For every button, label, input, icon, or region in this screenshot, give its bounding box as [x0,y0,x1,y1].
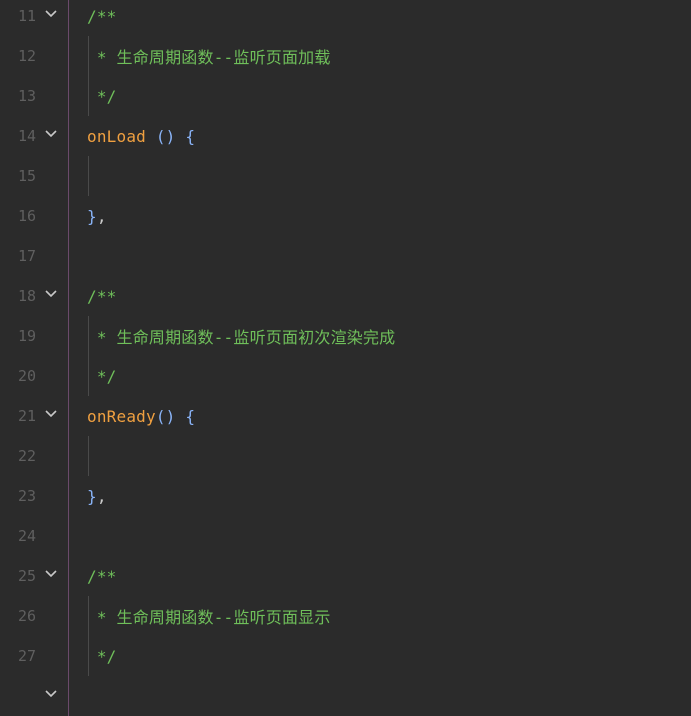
code-line[interactable]: 11 /** [0,0,691,36]
code-token: * 生命周期函数--监听页面加载 [87,48,331,67]
fold-chevron-down-icon[interactable] [44,569,58,579]
code-text[interactable]: /** [87,7,117,26]
code-line[interactable]: 21 onReady() { [0,396,691,436]
code-token: () [155,406,186,426]
line-number: 15 [17,167,36,185]
line-number: 24 [17,527,36,545]
code-line[interactable]: 13 */ [0,76,691,116]
code-text[interactable]: onLoad () { [87,127,195,146]
code-token: , [96,486,107,506]
line-number: 27 [17,647,36,665]
line-number: 14 [17,127,36,145]
line-number: 23 [17,487,36,505]
line-number: 13 [17,87,36,105]
code-token: } [87,486,97,506]
code-token: /** [87,566,117,586]
code-token: { [185,126,196,146]
code-token: * 生命周期函数--监听页面显示 [87,608,331,627]
code-line[interactable]: 17 [0,236,691,276]
fold-chevron-down-icon[interactable] [44,129,58,139]
code-token: onReady [87,406,156,426]
fold-chevron-down-icon[interactable] [44,689,58,699]
code-text[interactable]: }, [87,487,107,506]
code-token: () [146,126,186,146]
line-number: 19 [17,327,36,345]
code-text[interactable]: */ [87,87,117,106]
code-line[interactable]: 26 * 生命周期函数--监听页面显示 [0,596,691,636]
indent-guide [88,436,89,476]
line-number: 17 [17,247,36,265]
code-line[interactable]: 27 */ [0,636,691,676]
line-number: 26 [17,607,36,625]
code-token: /** [87,286,117,306]
code-line[interactable]: 24 [0,516,691,556]
code-line[interactable]: 15 [0,156,691,196]
code-text[interactable]: }, [87,207,107,226]
fold-chevron-down-icon[interactable] [44,409,58,419]
fold-chevron-down-icon[interactable] [44,9,58,19]
code-token: */ [87,646,117,666]
code-line[interactable] [0,676,691,716]
code-line[interactable]: 25 /** [0,556,691,596]
line-number: 11 [17,7,36,25]
fold-chevron-down-icon[interactable] [44,289,58,299]
code-text[interactable]: */ [87,647,117,666]
line-number: 25 [17,567,36,585]
code-text[interactable]: onReady() { [87,407,195,426]
code-line[interactable]: 23}, [0,476,691,516]
code-line[interactable]: 19 * 生命周期函数--监听页面初次渲染完成 [0,316,691,356]
code-token: /** [87,6,117,26]
code-text[interactable]: * 生命周期函数--监听页面显示 [87,604,331,628]
line-number: 18 [17,287,36,305]
code-text[interactable]: /** [87,287,117,306]
line-number: 16 [17,207,36,225]
code-token: onLoad [87,126,146,146]
code-line[interactable]: 18 /** [0,276,691,316]
code-lines: 11/** 12 * 生命周期函数--监听页面加载 13 */14 onLoad ()… [0,0,691,716]
code-token: } [87,206,97,226]
code-line[interactable]: 14 onLoad () { [0,116,691,156]
line-number: 22 [17,447,36,465]
code-editor[interactable]: 11/** 12 * 生命周期函数--监听页面加载 13 */14 onLoad ()… [0,0,691,716]
code-text[interactable]: */ [87,367,117,386]
code-line[interactable]: 16}, [0,196,691,236]
code-token: */ [87,366,117,386]
code-text[interactable]: /** [87,567,117,586]
code-line[interactable]: 22 [0,436,691,476]
line-number: 21 [17,407,36,425]
code-text[interactable]: * 生命周期函数--监听页面初次渲染完成 [87,324,395,348]
code-token: */ [87,86,117,106]
code-line[interactable]: 12 * 生命周期函数--监听页面加载 [0,36,691,76]
line-number: 20 [17,367,36,385]
code-line[interactable]: 20 */ [0,356,691,396]
indent-guide [88,156,89,196]
code-token: * 生命周期函数--监听页面初次渲染完成 [87,328,396,347]
code-text[interactable]: * 生命周期函数--监听页面加载 [87,44,331,68]
code-token: , [96,206,107,226]
code-token: { [185,406,196,426]
line-number: 12 [17,47,36,65]
